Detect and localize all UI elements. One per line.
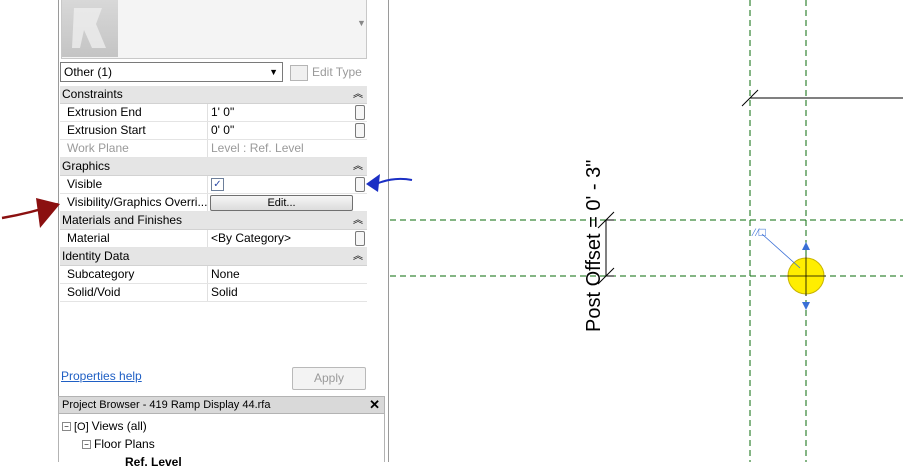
blue-arrowhead-icon [366, 174, 380, 192]
red-arrowhead-icon [36, 198, 60, 228]
annotation-overlay [1, 174, 413, 228]
annotation-blue-arrow [375, 177, 413, 185]
